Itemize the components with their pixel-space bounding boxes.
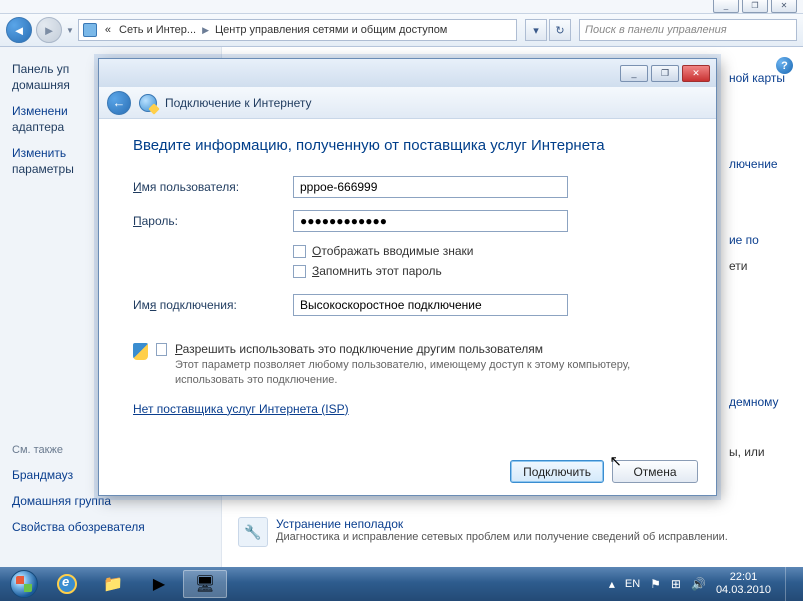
password-label: Пароль: [133,214,293,228]
show-chars-label: Отображать вводимые знаки [312,244,474,258]
search-input[interactable]: Поиск в панели управления [579,19,797,41]
language-indicator[interactable]: EN [625,578,640,590]
dialog-minimize-button[interactable]: _ [620,65,648,82]
connect-button[interactable]: Подключить [510,460,604,483]
dialog-close-button[interactable]: ✕ [682,65,710,82]
globe-icon [139,94,157,112]
refresh-icon[interactable]: ↻ [549,19,571,41]
share-label: Разрешить использовать это подключение д… [175,342,682,356]
nav-back-icon[interactable]: ◄ [6,17,32,43]
dialog-title: Подключение к Интернету [165,96,312,110]
dialog-back-icon[interactable]: ← [107,91,131,115]
troubleshoot-desc: Диагностика и исправление сетевых пробле… [276,531,728,543]
tray-chevron-icon[interactable]: ▴ [609,577,615,591]
address-bar[interactable]: « Сеть и Интер... ▶ Центр управления сет… [78,19,517,41]
dialog-maximize-button[interactable]: ❐ [651,65,679,82]
share-description: Этот параметр позволяет любому пользоват… [175,358,682,388]
taskbar-wmp-icon[interactable]: ▶ [137,570,181,598]
username-label: Имя пользователя: [133,180,293,194]
nav-history-chevron-icon[interactable]: ▼ [66,26,74,35]
taskbar-ie-icon[interactable] [45,570,89,598]
clock[interactable]: 22:01 04.03.2010 [716,571,771,596]
windows-orb-icon [10,570,38,598]
breadcrumb-prefix: « [101,24,115,36]
taskbar: 📁 ▶ 🖥 ▴ EN ⚑ ⊞ 🔊 22:01 04.03.2010 [0,567,803,601]
troubleshoot-icon: 🔧 [238,517,268,547]
share-checkbox[interactable] [156,343,167,356]
remember-checkbox[interactable] [293,265,306,278]
taskbar-explorer-icon[interactable]: 📁 [91,570,135,598]
address-icon [83,23,97,37]
window-maximize[interactable]: ❐ [742,0,768,13]
tray-volume-icon[interactable]: 🔊 [691,577,706,591]
tray-flag-icon[interactable]: ⚑ [650,577,661,591]
connect-dialog: _ ❐ ✕ ← Подключение к Интернету Введите … [98,58,717,496]
connection-name-input[interactable] [293,294,568,316]
main-link[interactable]: ети [729,259,785,273]
dialog-titlebar: _ ❐ ✕ [99,59,716,87]
taskbar-control-panel-icon[interactable]: 🖥 [183,570,227,598]
password-input[interactable] [293,210,568,232]
dialog-heading: Введите информацию, полученную от постав… [133,137,682,154]
username-input[interactable] [293,176,568,198]
troubleshoot-link[interactable]: Устранение неполадок [276,517,728,531]
tray-network-icon[interactable]: ⊞ [671,577,681,591]
main-link[interactable]: демному [729,395,785,409]
isp-link[interactable]: Нет поставщика услуг Интернета (ISP) [133,402,349,416]
nav-forward-icon[interactable]: ► [36,17,62,43]
chevron-right-icon: ▶ [200,25,211,36]
explorer-navbar: ◄ ► ▼ « Сеть и Интер... ▶ Центр управлен… [0,14,803,47]
window-minimize[interactable]: _ [713,0,739,13]
address-dropdown-icon[interactable]: ▾ [525,19,547,41]
show-chars-checkbox[interactable] [293,245,306,258]
cancel-button[interactable]: Отмена [612,460,698,483]
breadcrumb-item[interactable]: Центр управления сетями и общим доступом [211,24,451,36]
remember-label: Запомнить этот пароль [312,264,442,278]
main-link[interactable]: ы, или [729,445,785,459]
show-desktop-button[interactable] [785,567,795,601]
main-link[interactable]: лючение [729,157,785,171]
sidebar-link[interactable]: Свойства обозревателя [12,520,209,534]
breadcrumb-item[interactable]: Сеть и Интер... [115,24,200,36]
sidebar-link[interactable]: Домашняя группа [12,494,209,508]
connection-name-label: Имя подключения: [133,298,293,312]
main-link[interactable]: ие по [729,233,785,247]
shield-icon [133,343,148,360]
start-button[interactable] [4,569,44,599]
main-link[interactable]: ной карты [729,71,785,85]
window-close[interactable]: ✕ [771,0,797,13]
dialog-header: ← Подключение к Интернету [99,87,716,119]
